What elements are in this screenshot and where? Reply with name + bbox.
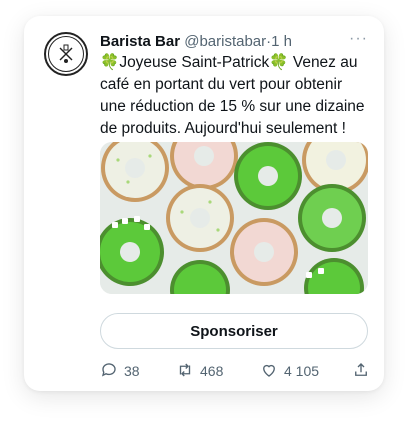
- like-icon: [260, 361, 278, 382]
- tweet-header: Barista Bar @baristabar·1 h: [100, 32, 350, 52]
- avatar[interactable]: [44, 32, 88, 76]
- like-count: 4 105: [284, 363, 320, 379]
- retweet-icon: [176, 361, 194, 382]
- retweet-count: 468: [200, 363, 224, 379]
- tweet-card[interactable]: Barista Bar @baristabar·1 h ··· 🍀Joyeuse…: [24, 16, 384, 391]
- retweet-action[interactable]: 468: [176, 361, 260, 382]
- share-action[interactable]: [352, 361, 370, 382]
- reply-count: 38: [124, 363, 140, 379]
- more-icon[interactable]: ···: [349, 30, 368, 48]
- tweet-text: 🍀Joyeuse Saint-Patrick🍀 Venez au café en…: [100, 52, 372, 140]
- tweet-time[interactable]: 1 h: [271, 33, 292, 50]
- clover-emoji: 🍀: [100, 54, 120, 71]
- logo-icon: [48, 36, 84, 72]
- clover-emoji: 🍀: [269, 54, 289, 71]
- account-handle[interactable]: @baristabar: [184, 33, 266, 50]
- account-name[interactable]: Barista Bar: [100, 33, 180, 50]
- share-icon: [352, 361, 370, 382]
- tweet-text-part1: Joyeuse Saint-Patrick: [119, 54, 270, 71]
- tweet-image[interactable]: [100, 142, 368, 294]
- sponsor-button[interactable]: Sponsoriser: [100, 313, 368, 349]
- tweet-actions: 38 468 4 105: [100, 361, 370, 381]
- like-action[interactable]: 4 105: [260, 361, 346, 382]
- reply-action[interactable]: 38: [100, 361, 176, 382]
- reply-icon: [100, 361, 118, 382]
